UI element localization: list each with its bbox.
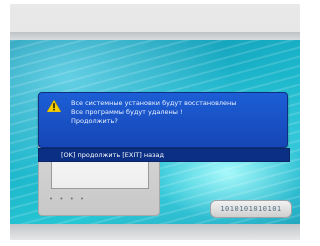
dialog-message: Все системные установки будут восстановл… <box>71 99 283 126</box>
dialog-footer: [OK] продолжить [EXIT] назад <box>38 148 290 162</box>
tv-controls: • • • • <box>49 195 87 203</box>
bottom-gray-band <box>10 224 300 240</box>
key-hint: [OK] продолжить [EXIT] назад <box>61 151 165 159</box>
dialog-line-2: Все программы будут удалены ! <box>71 108 183 116</box>
dialog-line-1: Все системные установки будут восстановл… <box>71 99 237 107</box>
dialog-line-3: Продолжить? <box>71 117 118 125</box>
binary-label: 1010101010101 <box>210 200 292 218</box>
reset-confirmation-dialog: Все системные установки будут восстановл… <box>38 92 288 148</box>
warning-icon <box>47 100 61 112</box>
